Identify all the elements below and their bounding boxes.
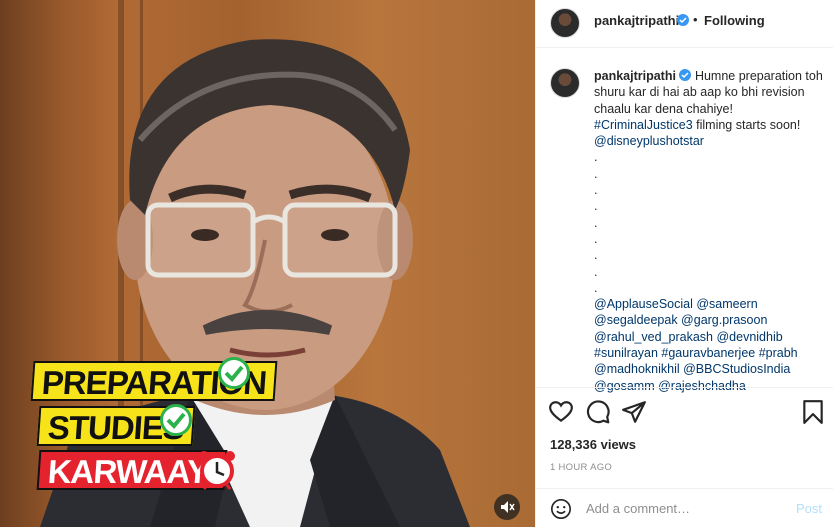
caption-dot: . xyxy=(594,166,598,181)
following-button[interactable]: Following xyxy=(704,13,765,28)
tag-line[interactable]: #sunilrayan #gauravbanerjee #prabh xyxy=(594,345,826,361)
caption-dot: . xyxy=(594,215,598,230)
caption-dot: . xyxy=(594,231,598,246)
header-username[interactable]: pankajtripathi xyxy=(594,13,679,28)
checkmark-icon xyxy=(218,357,250,389)
post-timestamp[interactable]: 1 HOUR AGO xyxy=(550,462,612,473)
post-video[interactable]: PREPARATION STUDIES KARWAAYI xyxy=(0,0,535,527)
tag-line[interactable]: @segaldeepak @garg.prasoon xyxy=(594,312,826,328)
emoji-icon[interactable] xyxy=(550,498,572,520)
tag-line[interactable]: @rahul_ved_prakash @devnidhib xyxy=(594,329,826,345)
mute-icon xyxy=(501,501,515,513)
caption-dot: . xyxy=(594,183,598,198)
post-caption: pankajtripathi Humne preparation toh shu… xyxy=(594,68,826,394)
heart-icon[interactable] xyxy=(548,399,574,425)
post-actions: 128,336 views 1 HOUR AGO Add a comment… … xyxy=(536,387,833,527)
mute-button[interactable] xyxy=(494,494,520,520)
bookmark-icon[interactable] xyxy=(800,399,826,425)
caption-dot: . xyxy=(594,150,598,165)
header-separator: • xyxy=(693,12,698,27)
view-count[interactable]: 128,336 views xyxy=(550,437,636,452)
post-header: pankajtripathi • Following xyxy=(536,0,833,48)
caption-dot: . xyxy=(594,199,598,214)
caption-dot: . xyxy=(594,264,598,279)
caption-username[interactable]: pankajtripathi xyxy=(594,69,676,83)
verified-badge-icon xyxy=(679,69,692,81)
caption-dot: . xyxy=(594,280,598,295)
hashtag-link[interactable]: #CriminalJustice3 xyxy=(594,118,693,132)
avatar[interactable] xyxy=(550,8,580,38)
comment-input[interactable]: Add a comment… xyxy=(586,501,690,516)
verified-badge-icon xyxy=(677,14,689,26)
tag-line[interactable]: @madhoknikhil @BBCStudiosIndia xyxy=(594,361,826,377)
post-comment-button[interactable]: Post xyxy=(796,501,822,516)
tag-line[interactable]: @ApplauseSocial @sameern xyxy=(594,296,826,312)
post-side-panel: pankajtripathi • Following pankajtripath… xyxy=(535,0,833,527)
share-icon[interactable] xyxy=(621,399,647,425)
comment-bar: Add a comment… Post xyxy=(536,488,833,527)
comment-icon[interactable] xyxy=(585,399,611,425)
caption-dot: . xyxy=(594,248,598,263)
mention-link[interactable]: @disneyplushotstar xyxy=(594,133,826,149)
avatar[interactable] xyxy=(550,68,580,98)
checkmark-icon xyxy=(160,404,192,436)
alarm-clock-icon xyxy=(199,451,235,490)
caption-text-2: filming starts soon! xyxy=(692,117,801,132)
